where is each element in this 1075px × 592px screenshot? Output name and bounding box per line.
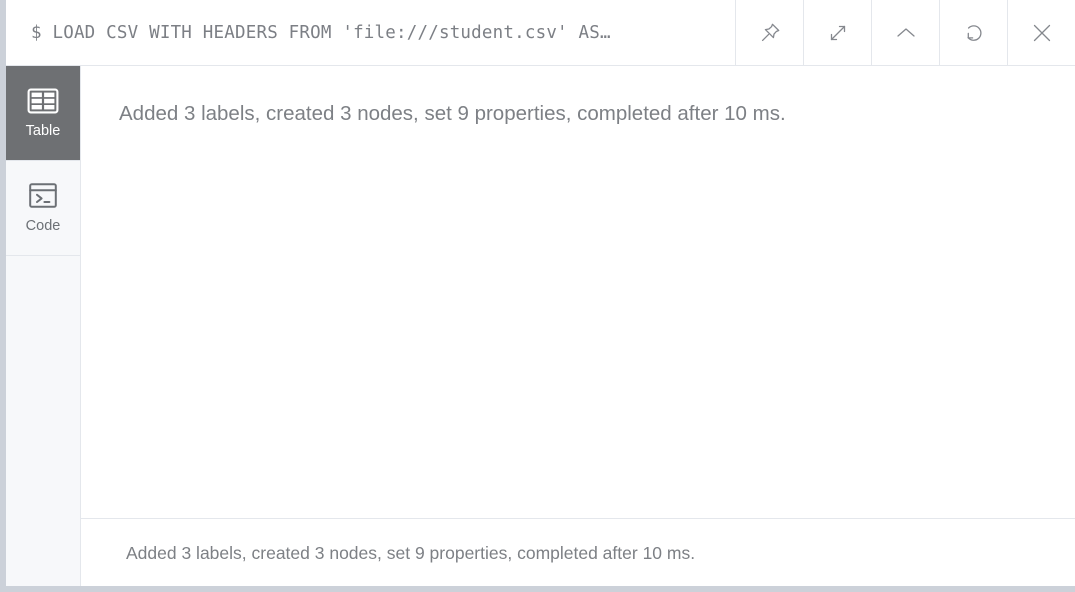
pin-button[interactable] [736, 0, 804, 65]
result-status-bar: Added 3 labels, created 3 nodes, set 9 p… [81, 520, 1075, 586]
table-icon [27, 88, 59, 114]
sidebar-item-table-label: Table [25, 122, 61, 139]
close-button[interactable] [1008, 0, 1075, 65]
expand-button[interactable] [804, 0, 872, 65]
sidebar-item-code-label: Code [25, 218, 61, 235]
sidebar-item-table[interactable]: Table [6, 66, 80, 161]
result-frame-header: $ LOAD CSV WITH HEADERS FROM 'file:///st… [6, 0, 1075, 66]
collapse-button[interactable] [872, 0, 940, 65]
result-body: Added 3 labels, created 3 nodes, set 9 p… [81, 66, 1075, 519]
query-text: $ LOAD CSV WITH HEADERS FROM 'file:///st… [31, 22, 611, 43]
status-message: Added 3 labels, created 3 nodes, set 9 p… [126, 543, 696, 563]
result-frame: $ LOAD CSV WITH HEADERS FROM 'file:///st… [6, 0, 1075, 586]
sidebar-item-code[interactable]: Code [6, 161, 80, 256]
result-view-sidebar: Table Code [6, 66, 81, 586]
query-bar[interactable]: $ LOAD CSV WITH HEADERS FROM 'file:///st… [6, 0, 736, 65]
code-icon [28, 182, 58, 209]
chevron-up-icon [893, 20, 919, 46]
result-summary-message: Added 3 labels, created 3 nodes, set 9 p… [119, 102, 786, 125]
pin-icon [758, 21, 782, 45]
expand-icon [826, 21, 850, 45]
close-icon [1029, 20, 1055, 46]
refresh-icon [962, 21, 986, 45]
rerun-button[interactable] [940, 0, 1008, 65]
